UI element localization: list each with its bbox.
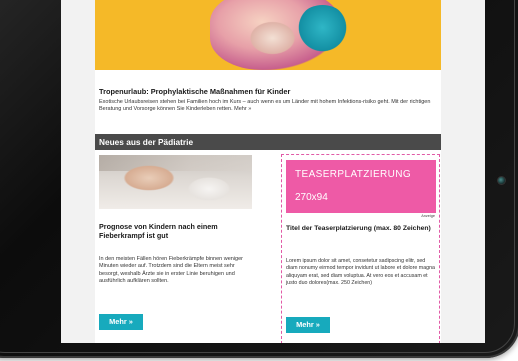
camera-icon bbox=[497, 176, 506, 185]
teaser-text: Lorem ipsum dolor sit amet, consetetur s… bbox=[286, 258, 435, 287]
article-card-left: Prognose von Kindern nach einem Fieberkr… bbox=[99, 155, 255, 343]
article-photo-blanket bbox=[184, 175, 234, 203]
hero-image-skin-shape bbox=[245, 18, 300, 58]
article-photo-hands bbox=[119, 163, 179, 193]
card-left-text: In den meisten Fällen hören Fieberkrämpf… bbox=[99, 256, 243, 285]
card-left-title[interactable]: Prognose von Kindern nach einem Fieberkr… bbox=[99, 222, 251, 240]
teaser-banner-title: TEASERPLATZIERUNG bbox=[295, 169, 412, 180]
tablet-screen: Tropenurlaub: Prophylaktische Maßnahmen … bbox=[61, 0, 485, 343]
teaser-banner-size: 270x94 bbox=[295, 192, 328, 203]
section-header: Neues aus der Pädiatrie bbox=[95, 134, 441, 150]
hero-image-bag-shape bbox=[295, 5, 350, 55]
article-text: Exotische Urlaubsreisen stehen bei Famil… bbox=[99, 99, 431, 113]
more-button-right[interactable]: Mehr » bbox=[286, 317, 330, 333]
section-title: Neues aus der Pädiatrie bbox=[99, 137, 194, 147]
teaser-placement-banner[interactable]: TEASERPLATZIERUNG 270x94 bbox=[286, 160, 436, 213]
article-photo-background bbox=[99, 155, 252, 171]
newsletter-content: Tropenurlaub: Prophylaktische Maßnahmen … bbox=[95, 0, 441, 343]
ad-label: Anzeige bbox=[421, 214, 435, 218]
article-title[interactable]: Tropenurlaub: Prophylaktische Maßnahmen … bbox=[99, 87, 439, 96]
hero-image[interactable] bbox=[95, 0, 441, 70]
teaser-card-right: TEASERPLATZIERUNG 270x94 Anzeige Titel d… bbox=[281, 154, 440, 343]
article-photo[interactable] bbox=[99, 155, 252, 209]
stage: Tropenurlaub: Prophylaktische Maßnahmen … bbox=[0, 0, 518, 361]
more-button-left[interactable]: Mehr » bbox=[99, 314, 143, 330]
teaser-title[interactable]: Titel der Teaserplatzierung (max. 80 Zei… bbox=[286, 225, 436, 234]
